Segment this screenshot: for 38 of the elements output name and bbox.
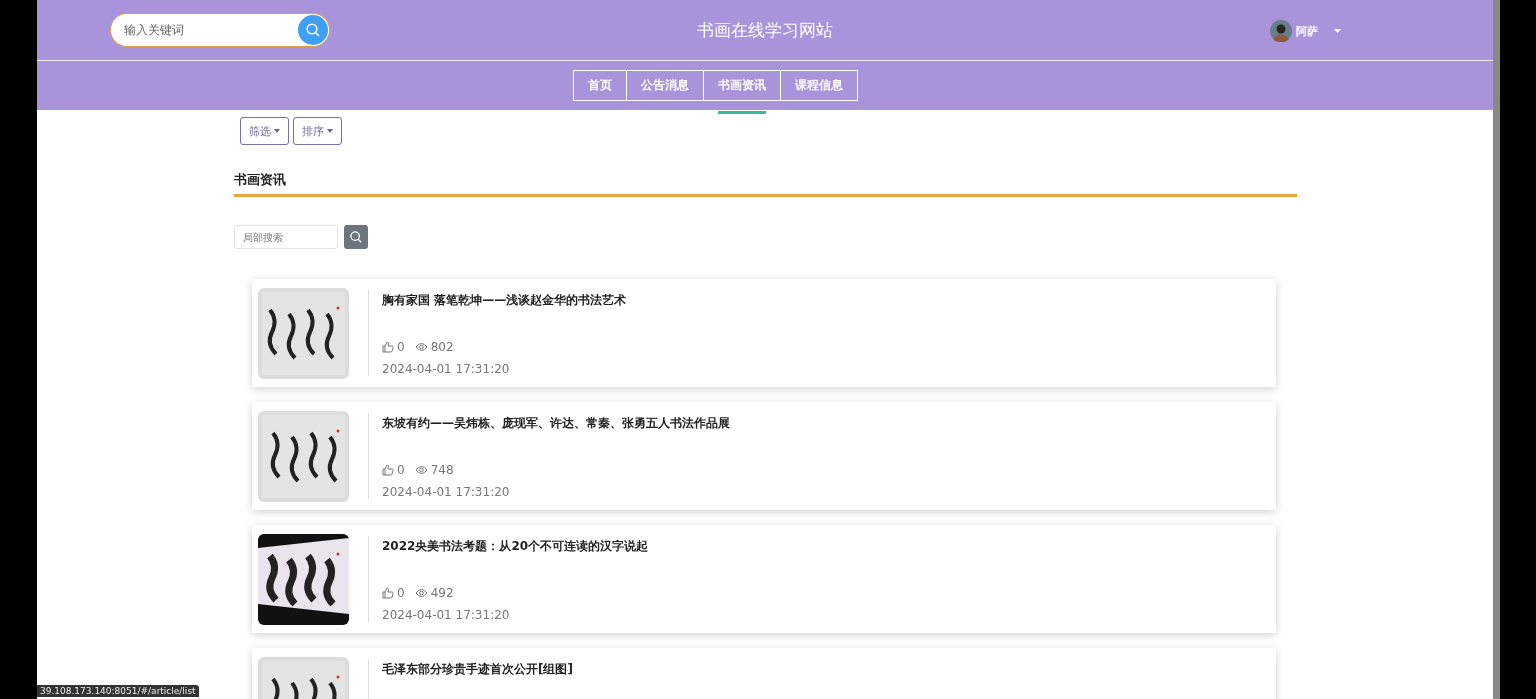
view-count: 748 xyxy=(430,462,454,477)
article-card[interactable]: 胸有家国 落笔乾坤——浅谈赵金华的书法艺术 0 802 2024-04-01 17:31:20 xyxy=(252,279,1276,387)
like-count: 0 xyxy=(397,462,405,477)
article-title[interactable]: 2022央美书法考题：从20个不可连读的汉字说起 xyxy=(382,537,649,555)
caret-icon xyxy=(327,129,333,133)
thumbs-up-icon[interactable] xyxy=(382,340,394,353)
article-card[interactable]: 2022央美书法考题：从20个不可连读的汉字说起 0 492 2024-04-01 17:31:20 xyxy=(252,525,1276,633)
eye-icon xyxy=(414,587,428,598)
view-count: 492 xyxy=(430,585,454,600)
search-button[interactable] xyxy=(344,225,368,249)
avatar-icon[interactable] xyxy=(1270,20,1292,42)
view-count: 802 xyxy=(430,339,454,354)
eye-icon xyxy=(414,464,428,475)
status-url: 39.108.173.140:8051/#/article/list xyxy=(37,685,199,697)
caret-icon xyxy=(274,129,280,133)
section-title: 书画资讯 xyxy=(234,172,286,187)
scrollbar[interactable] xyxy=(1493,0,1500,699)
like-count: 0 xyxy=(397,339,405,354)
article-title[interactable]: 毛泽东部分珍贵手迹首次公开[组图] xyxy=(382,660,573,678)
caret-icon[interactable] xyxy=(1334,29,1341,33)
article-date: 2024-04-01 17:31:20 xyxy=(382,361,511,376)
article-card[interactable]: 毛泽东部分珍贵手迹首次公开[组图] xyxy=(252,648,1276,699)
like-count: 0 xyxy=(397,585,405,600)
eye-icon xyxy=(414,341,428,352)
dropdown-button[interactable]: 筛选 xyxy=(240,117,289,145)
site-title: 书画在线学习网站 xyxy=(697,18,833,42)
article-date: 2024-04-01 17:31:20 xyxy=(382,484,511,499)
article-title[interactable]: 胸有家国 落笔乾坤——浅谈赵金华的书法艺术 xyxy=(382,291,627,309)
thumbs-up-icon[interactable] xyxy=(382,586,394,599)
search-icon xyxy=(305,22,321,38)
search-field[interactable]: 输入关键词 xyxy=(110,13,330,47)
dropdown-button[interactable]: 排序 xyxy=(293,117,342,145)
thumbs-up-icon[interactable] xyxy=(382,463,394,476)
article-card[interactable]: 东坡有约——吴炜栋、庞现军、许达、常秦、张勇五人书法作品展 0 748 2024-04-01 17:31:20 xyxy=(252,402,1276,510)
article-date: 2024-04-01 17:31:20 xyxy=(382,607,511,622)
local-search-field[interactable]: 局部搜索 xyxy=(234,225,338,249)
search-icon xyxy=(349,230,363,244)
article-title[interactable]: 东坡有约——吴炜栋、庞现军、许达、常秦、张勇五人书法作品展 xyxy=(382,414,730,432)
